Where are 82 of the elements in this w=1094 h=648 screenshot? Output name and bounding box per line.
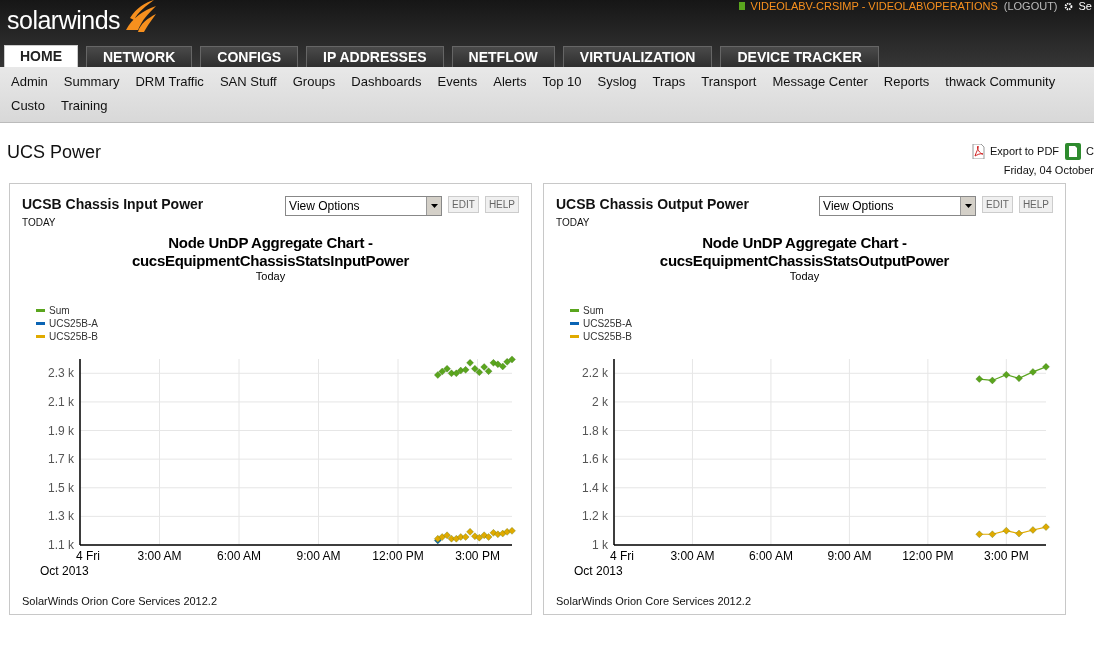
y-tick-label: 2 k [592, 394, 608, 409]
menu-link[interactable]: Traps [644, 70, 694, 94]
nav-tab[interactable]: DEVICE TRACKER [720, 46, 879, 67]
chart-subtitle: Today [255, 269, 286, 283]
view-options-dropdown[interactable]: View Options [819, 195, 977, 216]
x-tick-label: 12:00 PM [372, 548, 424, 563]
y-tick-label: 2.3 k [48, 365, 74, 380]
panel-action-button[interactable]: HELP [484, 195, 519, 213]
menu-link[interactable]: SAN Stuff [211, 70, 285, 94]
menu-link[interactable]: Alerts [485, 70, 535, 94]
x-tick-label: 3:00 PM [455, 548, 500, 563]
panel-action-button[interactable]: EDIT [982, 195, 1013, 213]
y-tick-label: 1.1 k [48, 537, 74, 552]
legend-label: UCS25B-A [583, 317, 632, 330]
y-tick-label: 2.2 k [582, 365, 608, 380]
menu-link[interactable]: Training [52, 94, 116, 118]
legend-label: Sum [583, 304, 604, 317]
x-tick-label: 9:00 AM [827, 548, 872, 563]
panel-title: UCSB Chassis Input Power [22, 195, 204, 212]
y-tick-label: 2.1 k [48, 394, 74, 409]
x-tick-label: 3:00 PM [984, 548, 1029, 563]
panel-footer: SolarWinds Orion Core Services 2012.2 [556, 592, 1053, 609]
y-tick-label: 1.9 k [48, 423, 74, 438]
panel-title: UCSB Chassis Output Power [556, 195, 749, 212]
chart-title: Node UnDP Aggregate Chart - cucsEquipmentChassisStatsOutputPower [658, 233, 951, 270]
y-tick-label: 1.6 k [582, 451, 608, 466]
x-tick-label: 3:00 AM [670, 548, 715, 563]
legend-label: UCS25B-B [583, 330, 632, 343]
nav-tab[interactable]: NETWORK [86, 46, 193, 67]
menu-link[interactable]: Custo [3, 94, 53, 118]
y-tick-label: 1 k [592, 537, 608, 552]
export-link[interactable]: Export to PDF [989, 143, 1060, 160]
user-account: VIDEOLABV-CRSIMP - VIDEOLAB\OPERATIONS [750, 0, 998, 12]
x-tick-label: 9:00 AM [296, 548, 341, 563]
menu-link[interactable]: Reports [875, 70, 938, 94]
view-options-dropdown[interactable]: View Options [285, 195, 443, 216]
panel-footer: SolarWinds Orion Core Services 2012.2 [22, 592, 519, 609]
legend-label: UCS25B-B [49, 330, 98, 343]
nav-tab[interactable]: HOME [4, 45, 78, 67]
menu-link[interactable]: DRM Traffic [127, 70, 212, 94]
x-tick-label: 4 Fri [610, 548, 634, 563]
export-link[interactable]: C [1086, 143, 1094, 160]
y-tick-label: 1.5 k [48, 480, 74, 495]
menu-link[interactable]: Dashboards [343, 70, 430, 94]
menu-link[interactable]: Transport [693, 70, 765, 94]
logo-wordmark: solarwinds [7, 6, 121, 34]
panel-period: TODAY [22, 215, 57, 230]
x-tick-label: 4 Fri [76, 548, 100, 563]
legend-label: UCS25B-A [49, 317, 98, 330]
y-tick-label: 1.7 k [48, 451, 74, 466]
y-tick-label: 1.4 k [582, 480, 608, 495]
menu-link[interactable]: Events [429, 70, 486, 94]
menu-link[interactable]: Message Center [764, 70, 876, 94]
x-tick-label: 12:00 PM [902, 548, 954, 563]
x-tick-label: 6:00 AM [217, 548, 262, 563]
nav-tab[interactable]: CONFIGS [200, 46, 299, 67]
menu-link[interactable]: Syslog [589, 70, 645, 94]
menu-link[interactable]: Summary [55, 70, 128, 94]
x-tick-label: 6:00 AM [748, 548, 793, 563]
logout-link[interactable]: (LOGOUT) [1003, 0, 1058, 12]
menu-link[interactable]: Admin [3, 70, 56, 94]
x-axis-label: Oct 2013 [574, 563, 623, 578]
menu-link[interactable]: Groups [284, 70, 344, 94]
chart-subtitle: Today [789, 269, 820, 283]
panel-action-button[interactable]: HELP [1018, 195, 1053, 213]
menu-link[interactable]: thwack Community [937, 70, 1064, 94]
chart-title: Node UnDP Aggregate Chart - cucsEquipmentChassisStatsInputPower [130, 233, 411, 270]
settings-link[interactable]: Se [1078, 0, 1092, 12]
x-axis-label: Oct 2013 [40, 563, 89, 578]
y-tick-label: 1.8 k [582, 423, 608, 438]
page-title: UCS Power [7, 141, 102, 164]
page-date: Friday, 04 October [1003, 163, 1094, 178]
nav-tab[interactable]: VIRTUALIZATION [562, 46, 713, 67]
nav-tab[interactable]: IP ADDRESSES [306, 46, 444, 67]
nav-tab[interactable]: NETFLOW [451, 46, 555, 67]
panel-action-button[interactable]: EDIT [448, 195, 479, 213]
y-tick-label: 1.2 k [582, 508, 608, 523]
menu-link[interactable]: Top 10 [534, 70, 590, 94]
x-tick-label: 3:00 AM [137, 548, 182, 563]
y-tick-label: 1.3 k [48, 508, 74, 523]
panel-period: TODAY [556, 215, 591, 230]
legend-label: Sum [49, 304, 70, 317]
